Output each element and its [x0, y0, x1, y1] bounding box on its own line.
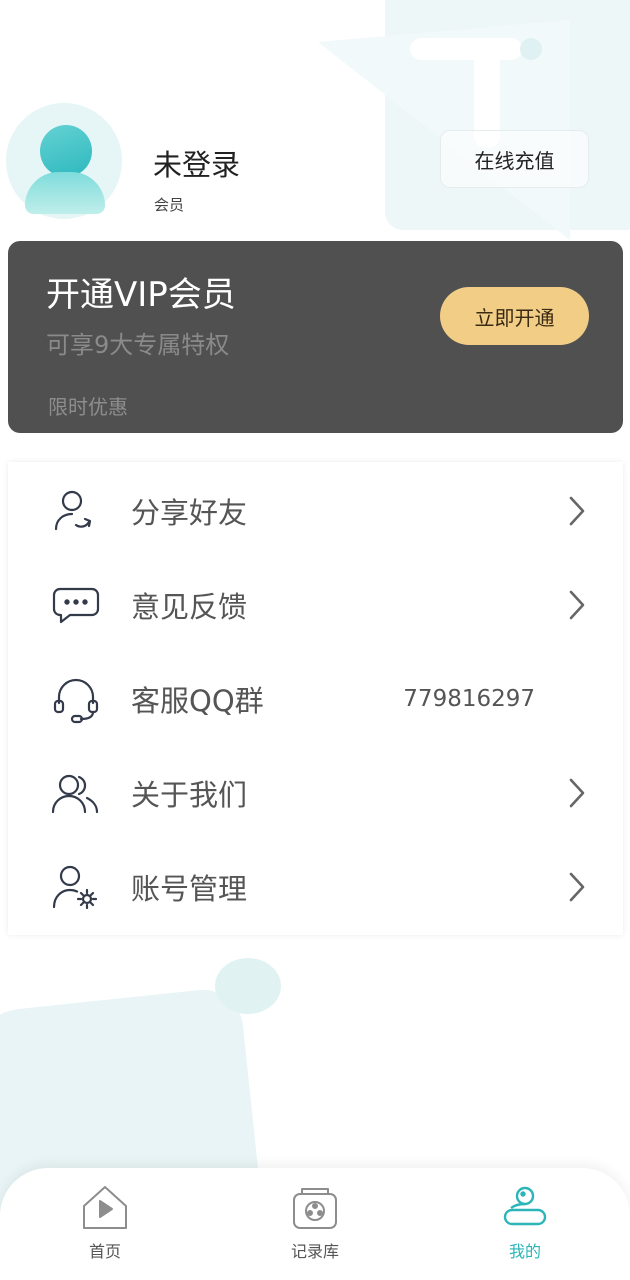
- users-icon: [50, 767, 102, 819]
- tab-label: 首页: [88, 1242, 121, 1261]
- vip-card[interactable]: 开通VIP会员 可享9大专属特权 限时优惠 立即开通: [8, 241, 623, 433]
- tab-label: 记录库: [290, 1242, 339, 1261]
- tab-records[interactable]: 记录库: [255, 1182, 375, 1272]
- menu-item-about[interactable]: 关于我们: [8, 746, 623, 840]
- share-user-icon: [50, 485, 102, 537]
- menu-item-share[interactable]: 分享好友: [8, 464, 623, 558]
- open-vip-button[interactable]: 立即开通: [440, 287, 589, 345]
- menu-list: 分享好友 意见反馈 客服QQ群 779816297 关于我们 账号管理: [8, 462, 623, 935]
- profile-icon: [503, 1186, 547, 1226]
- recharge-button[interactable]: 在线充值: [440, 130, 589, 188]
- menu-item-qq-group[interactable]: 客服QQ群 779816297: [8, 652, 623, 746]
- vip-subtitle: 可享9大专属特权: [46, 331, 230, 359]
- feedback-chat-icon: [50, 579, 102, 631]
- background-decoration: [215, 958, 281, 1014]
- bottom-tab-bar: 首页 记录库 我的: [0, 1168, 630, 1280]
- home-play-icon: [83, 1186, 127, 1229]
- tab-mine[interactable]: 我的: [465, 1182, 585, 1272]
- chevron-right-icon: [569, 496, 585, 526]
- vip-title: 开通VIP会员: [46, 275, 236, 315]
- tab-label: 我的: [508, 1242, 541, 1261]
- member-tag: 会员: [154, 196, 185, 214]
- menu-item-feedback[interactable]: 意见反馈: [8, 558, 623, 652]
- user-name[interactable]: 未登录: [153, 142, 240, 184]
- menu-item-label: 分享好友: [131, 496, 248, 530]
- menu-item-label: 关于我们: [131, 778, 248, 812]
- menu-item-label: 意见反馈: [131, 590, 248, 624]
- user-settings-icon: [50, 861, 102, 913]
- avatar-head-shape: [40, 125, 92, 177]
- menu-item-label: 账号管理: [131, 872, 248, 906]
- headset-icon: [50, 673, 102, 725]
- background-decoration: [520, 38, 542, 60]
- film-box-icon: [293, 1188, 337, 1229]
- vip-promo: 限时优惠: [48, 395, 128, 419]
- chevron-right-icon: [569, 778, 585, 808]
- qq-group-number: 779816297: [403, 686, 535, 712]
- background-decoration: [410, 38, 522, 60]
- chevron-right-icon: [569, 590, 585, 620]
- menu-item-label: 客服QQ群: [131, 684, 264, 718]
- chevron-right-icon: [569, 872, 585, 902]
- tab-home[interactable]: 首页: [45, 1182, 165, 1272]
- menu-item-account[interactable]: 账号管理: [8, 840, 623, 934]
